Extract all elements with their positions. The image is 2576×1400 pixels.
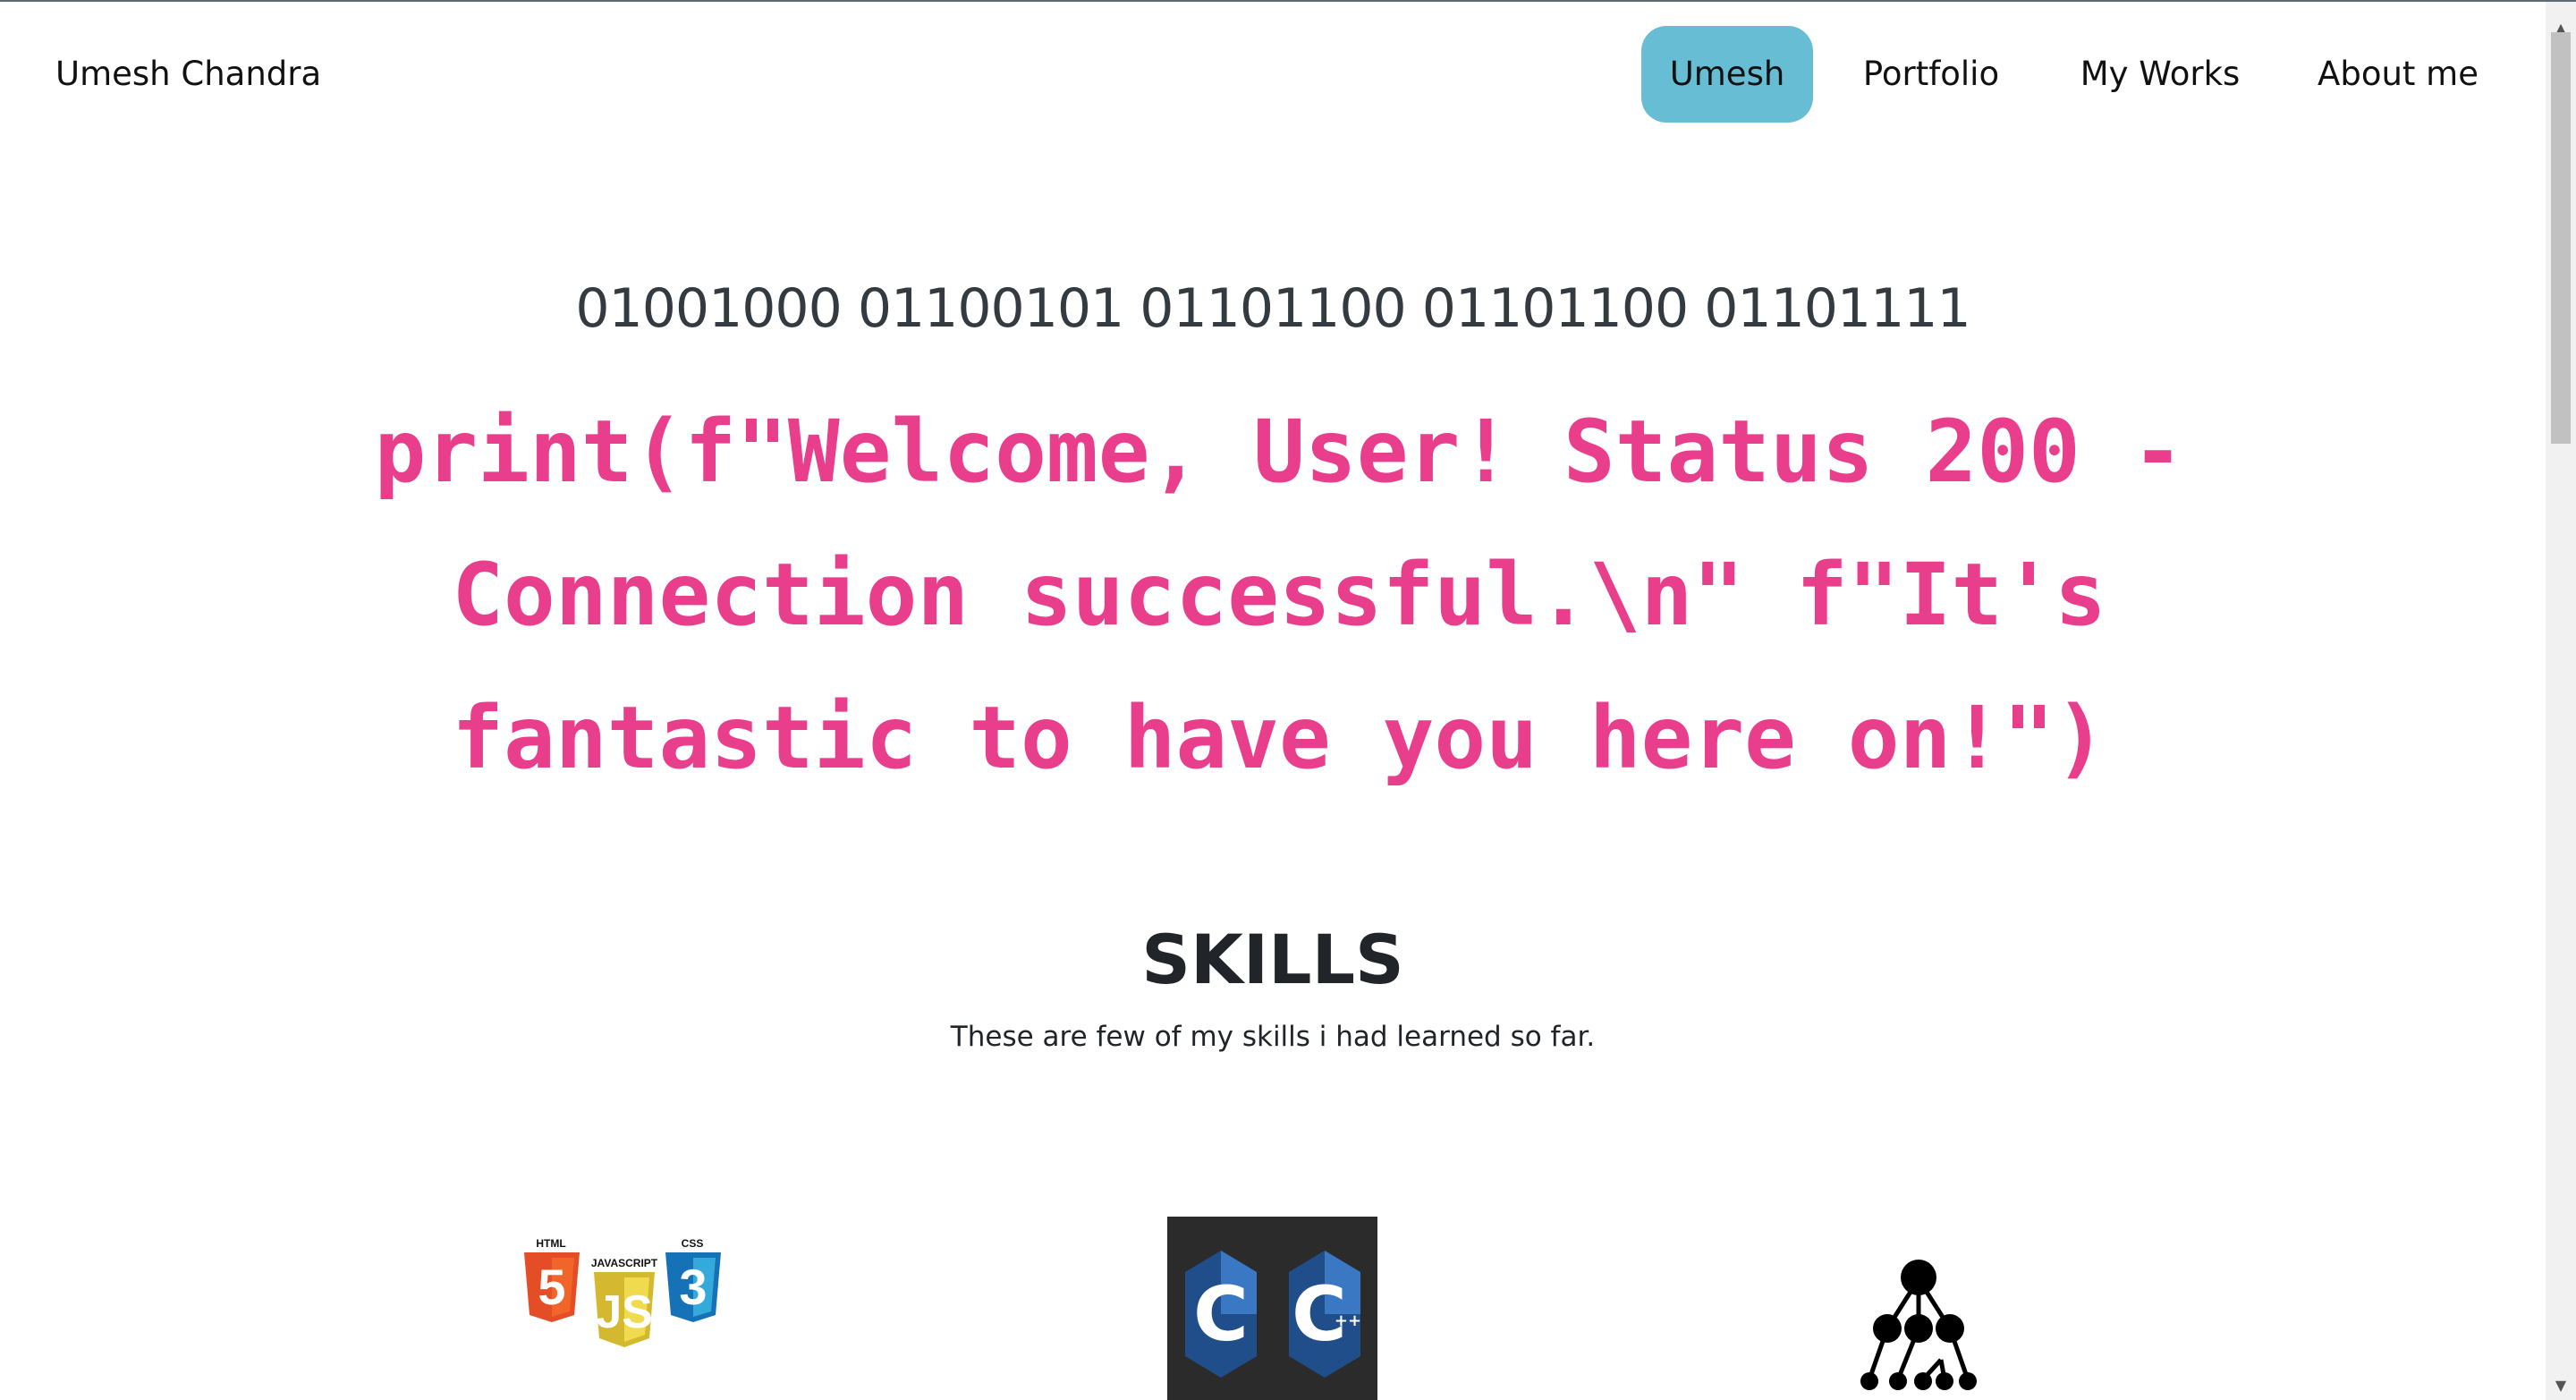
scroll-thumb[interactable] xyxy=(2551,32,2571,444)
skills-subtitle: These are few of my skills i had learned… xyxy=(950,1021,1596,1053)
c-cpp-icon: C C ++ xyxy=(1167,1217,1377,1400)
svg-text:5: 5 xyxy=(538,1259,565,1315)
html-js-css-icon: HTML 5 JAVASCRIPT JS CSS 3 xyxy=(517,1235,732,1351)
nav-item-about-me[interactable]: About me xyxy=(2295,26,2501,123)
brand-link[interactable]: Umesh Chandra xyxy=(55,52,321,97)
javascript-logo-text: JAVASCRIPT xyxy=(591,1257,658,1269)
skills-title: SKILLS xyxy=(1141,920,1404,999)
page-scrollbar[interactable]: ▲ ▼ xyxy=(2546,2,2576,1400)
html-logo-text: HTML xyxy=(536,1237,565,1250)
c-logo-text: C xyxy=(1193,1270,1249,1358)
hero-welcome-code: print(f"Welcome, User! Status 200 - Conn… xyxy=(374,402,2184,788)
cpp-plus-text: ++ xyxy=(1335,1311,1361,1330)
scroll-down-arrow-icon[interactable]: ▼ xyxy=(2546,1377,2576,1395)
data-structures-tree-icon xyxy=(1852,1252,1986,1396)
nav-item-portfolio[interactable]: Portfolio xyxy=(1849,26,2013,123)
css-logo-text: CSS xyxy=(682,1237,704,1250)
hero-binary-text: 01001000 01100101 01101100 01101100 0110… xyxy=(575,277,1970,340)
nav-item-my-works[interactable]: My Works xyxy=(2066,26,2254,123)
navbar: Umesh Chandra Umesh Portfolio My Works A… xyxy=(0,2,2546,150)
nav-item-umesh[interactable]: Umesh xyxy=(1641,26,1813,123)
svg-text:3: 3 xyxy=(679,1259,707,1315)
svg-text:JS: JS xyxy=(596,1286,653,1338)
